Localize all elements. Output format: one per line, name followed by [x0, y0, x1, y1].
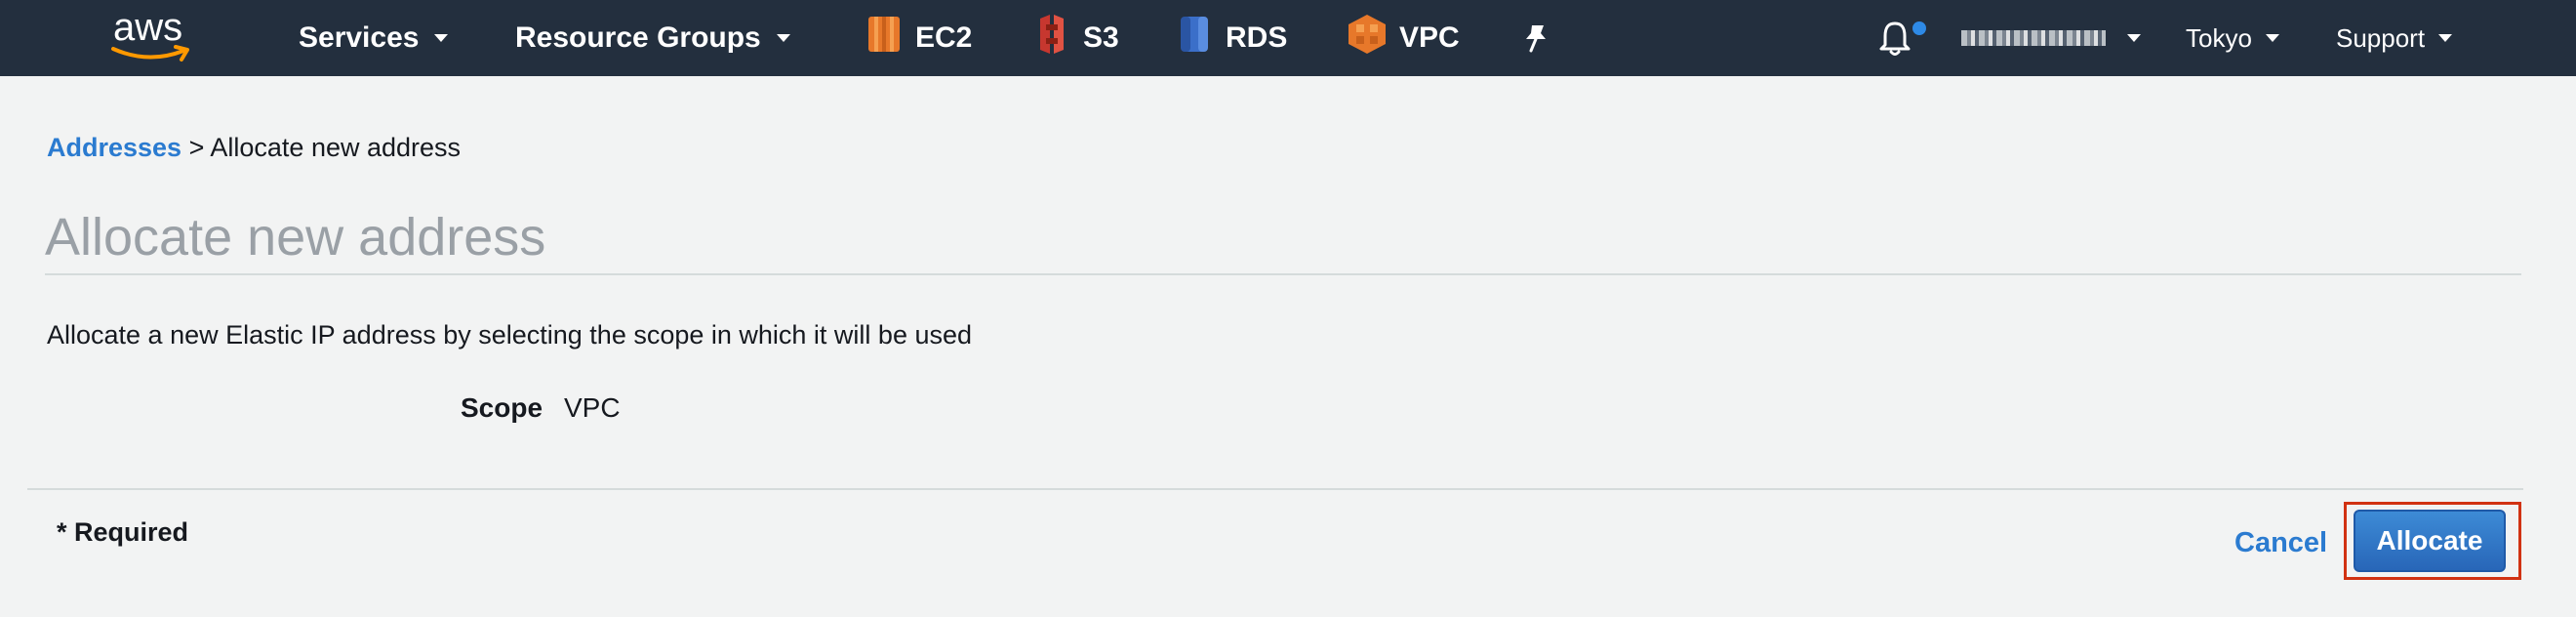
page-description: Allocate a new Elastic IP address by sel…	[47, 320, 973, 350]
page-title: Allocate new address	[45, 208, 546, 267]
chevron-down-icon	[2438, 34, 2453, 42]
breadcrumb-addresses-link[interactable]: Addresses	[47, 133, 181, 162]
shortcut-vpc[interactable]: VPC	[1348, 0, 1460, 76]
cancel-button[interactable]: Cancel	[2234, 527, 2327, 559]
shortcut-ec2[interactable]: EC2	[866, 0, 972, 76]
shortcut-label: EC2	[915, 21, 973, 54]
vpc-icon	[1348, 15, 1386, 62]
shortcut-s3[interactable]: S3	[1034, 0, 1119, 76]
shortcut-label: VPC	[1399, 21, 1460, 54]
account-name-redacted	[1961, 30, 2106, 46]
support-label: Support	[2336, 22, 2426, 53]
chevron-down-icon	[2127, 34, 2141, 42]
support-menu[interactable]: Support	[2336, 0, 2453, 76]
resource-groups-menu[interactable]: Resource Groups	[515, 0, 790, 76]
rds-icon	[1177, 15, 1212, 62]
footer-divider	[27, 488, 2523, 490]
scope-label: Scope	[461, 392, 543, 423]
allocate-button[interactable]: Allocate	[2354, 510, 2506, 572]
chevron-down-icon	[2265, 34, 2279, 42]
title-divider	[45, 273, 2521, 275]
s3-icon	[1034, 15, 1069, 62]
pin-icon	[1526, 25, 1546, 53]
aws-logo[interactable]: aws	[109, 6, 203, 66]
services-menu[interactable]: Services	[299, 0, 449, 76]
breadcrumb-current: Allocate new address	[210, 133, 462, 162]
services-label: Services	[299, 21, 420, 54]
region-menu[interactable]: Tokyo	[2186, 0, 2279, 76]
ec2-icon	[866, 15, 902, 62]
region-label: Tokyo	[2186, 22, 2252, 53]
scope-value: VPC	[564, 392, 621, 423]
smile-arrow-icon	[111, 45, 189, 62]
top-navigation-bar: aws Services Resource Groups EC2 S3 RDS …	[0, 0, 2576, 76]
account-menu[interactable]	[1961, 0, 2141, 76]
breadcrumb: Addresses > Allocate new address	[47, 133, 461, 163]
breadcrumb-separator: >	[188, 133, 205, 162]
notification-badge	[1912, 21, 1926, 35]
edit-shortcuts-button[interactable]	[1522, 0, 1550, 76]
bell-icon[interactable]	[1875, 20, 1914, 59]
chevron-down-icon	[776, 34, 790, 42]
chevron-down-icon	[434, 34, 449, 42]
shortcut-label: RDS	[1226, 21, 1288, 54]
resource-groups-label: Resource Groups	[515, 21, 761, 54]
required-note: * Required	[57, 517, 189, 547]
shortcut-label: S3	[1083, 21, 1119, 54]
shortcut-rds[interactable]: RDS	[1177, 0, 1287, 76]
